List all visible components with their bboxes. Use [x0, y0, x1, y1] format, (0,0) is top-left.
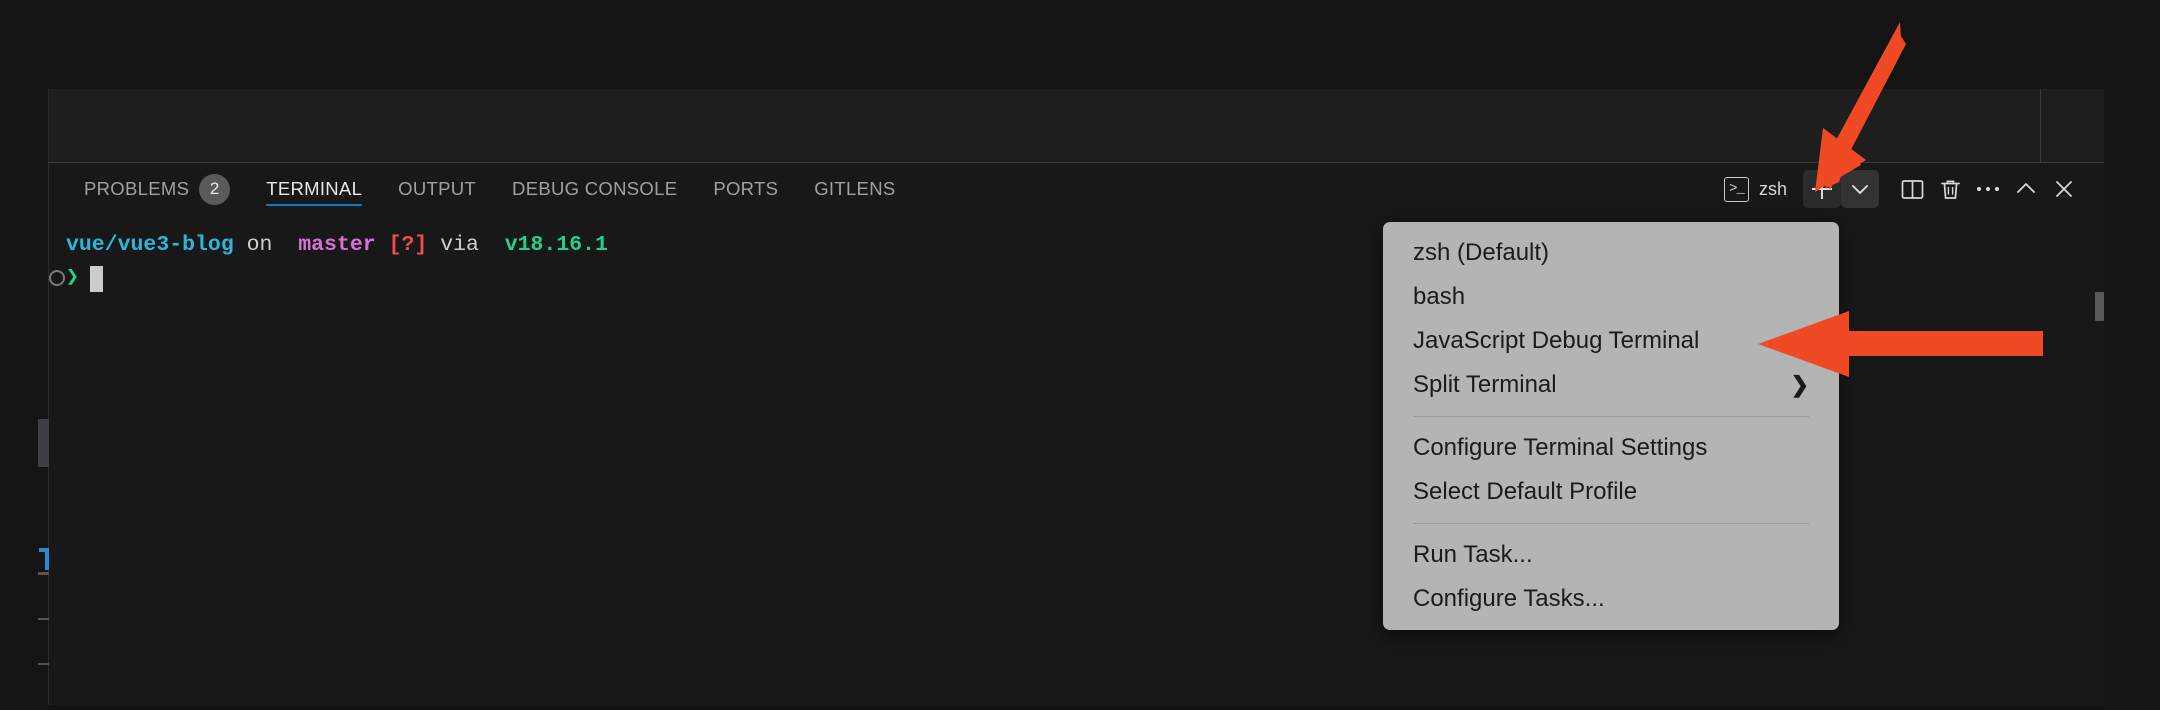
terminal-cursor — [89, 265, 103, 292]
tab-gitlens-label: GITLENS — [814, 178, 896, 199]
tab-output[interactable]: OUTPUT — [380, 163, 494, 215]
active-tab-underline — [266, 204, 363, 206]
close-icon — [2052, 177, 2076, 201]
tab-output-label: OUTPUT — [398, 178, 477, 199]
menu-item-label: Split Terminal — [1413, 371, 1557, 398]
menu-item-label: Run Task... — [1413, 541, 1533, 568]
overview-ruler-marker-blue — [39, 548, 49, 570]
menu-item-split-terminal[interactable]: Split Terminal ❯ — [1383, 363, 1839, 407]
tab-debug-console[interactable]: DEBUG CONSOLE — [494, 163, 695, 215]
problems-count-badge: 2 — [199, 173, 231, 205]
tab-problems[interactable]: PROBLEMS 2 — [66, 163, 248, 215]
editor-split-divider — [2040, 89, 2041, 163]
tab-problems-label: PROBLEMS — [84, 178, 190, 199]
chevron-up-icon — [2014, 177, 2038, 201]
plus-icon — [1809, 176, 1835, 202]
split-terminal-button[interactable] — [1893, 170, 1931, 208]
menu-item-label: Configure Terminal Settings — [1413, 434, 1708, 461]
tab-ports-label: PORTS — [713, 178, 779, 199]
panel-action-bar: >_ zsh — [1723, 163, 2083, 215]
prompt-on-word: on — [233, 233, 286, 257]
menu-item-bash[interactable]: bash — [1383, 275, 1839, 319]
menu-item-configure-tasks[interactable]: Configure Tasks... — [1383, 577, 1839, 621]
menu-item-label: Select Default Profile — [1413, 478, 1638, 505]
split-editor-icon — [1900, 177, 1925, 202]
trash-icon — [1938, 177, 1963, 202]
terminal-profile-dropdown-button[interactable] — [1841, 170, 1879, 208]
close-panel-button[interactable] — [2045, 170, 2083, 208]
panel-more-actions-button[interactable] — [1969, 170, 2007, 208]
terminal-icon: >_ — [1723, 176, 1749, 202]
menu-item-zsh-default[interactable]: zsh (Default) — [1383, 231, 1839, 275]
menu-item-label: JavaScript Debug Terminal — [1413, 327, 1700, 354]
menu-item-run-task[interactable]: Run Task... — [1383, 533, 1839, 577]
terminal-scrollbar-thumb[interactable] — [2095, 292, 2104, 321]
menu-item-label: bash — [1413, 283, 1466, 310]
tab-ports[interactable]: PORTS — [695, 163, 796, 215]
maximize-panel-button[interactable] — [2007, 170, 2045, 208]
ellipsis-icon — [1975, 185, 2001, 193]
chevron-right-icon: ❯ — [1790, 372, 1809, 397]
tab-terminal[interactable]: TERMINAL — [248, 163, 380, 215]
tab-terminal-label: TERMINAL — [266, 178, 363, 199]
menu-separator-2 — [1413, 523, 1809, 524]
vscode-window: PROBLEMS 2 TERMINAL OUTPUT DEBUG CONSOLE… — [0, 0, 2160, 705]
prompt-dirty-flag: [?] — [388, 233, 428, 257]
prompt-node-version: v18.16.1 — [504, 233, 608, 257]
menu-item-configure-terminal-settings[interactable]: Configure Terminal Settings — [1383, 426, 1839, 470]
kill-terminal-button[interactable] — [1931, 170, 1969, 208]
panel-header: PROBLEMS 2 TERMINAL OUTPUT DEBUG CONSOLE… — [49, 163, 2104, 215]
prompt-via-word: via — [427, 233, 492, 257]
prompt-branch: master — [298, 233, 376, 257]
prompt-caret: ❯ — [66, 266, 79, 290]
terminal-profile-context-menu: zsh (Default) bash JavaScript Debug Term… — [1383, 222, 1839, 630]
command-decoration-icon — [49, 270, 65, 286]
active-terminal-label: zsh — [1758, 178, 1787, 199]
tab-gitlens[interactable]: GITLENS — [796, 163, 913, 215]
active-terminal-chip[interactable]: >_ zsh — [1723, 176, 1787, 202]
chevron-down-icon — [1849, 178, 1871, 200]
tab-debug-console-label: DEBUG CONSOLE — [512, 178, 678, 199]
menu-separator-1 — [1413, 416, 1809, 417]
menu-item-label: zsh (Default) — [1413, 239, 1550, 266]
panel-tab-list: PROBLEMS 2 TERMINAL OUTPUT DEBUG CONSOLE… — [66, 163, 914, 215]
menu-item-label: Configure Tasks... — [1413, 585, 1605, 612]
menu-item-javascript-debug-terminal[interactable]: JavaScript Debug Terminal — [1383, 319, 1839, 363]
editor-area-remnant — [48, 89, 2104, 163]
menu-item-select-default-profile[interactable]: Select Default Profile — [1383, 470, 1839, 514]
new-terminal-button[interactable] — [1803, 170, 1841, 208]
prompt-repo: vue/vue3-blog — [66, 233, 234, 257]
